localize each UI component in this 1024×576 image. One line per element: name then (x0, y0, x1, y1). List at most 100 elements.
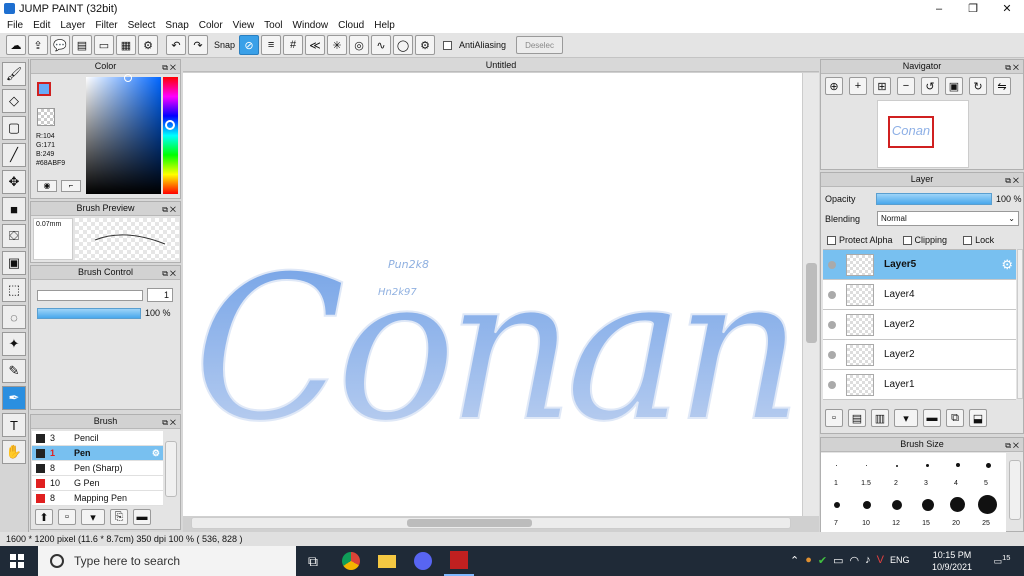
menu-tool[interactable]: Tool (259, 20, 287, 31)
snap-parallel-icon[interactable]: ≡ (261, 35, 282, 55)
magic-wand-icon[interactable]: ✦ (2, 332, 26, 356)
flip-icon[interactable]: ⇋ (993, 77, 1011, 95)
undo-icon[interactable]: ↶ (166, 35, 186, 55)
tray-app-icon[interactable]: ● (805, 554, 812, 567)
visibility-icon[interactable] (828, 260, 836, 269)
visibility-icon[interactable] (828, 380, 836, 389)
navigator-viewport[interactable]: Conan (888, 116, 934, 148)
rotate-right-icon[interactable]: ↻ (969, 77, 987, 95)
close-button[interactable]: ✕ (990, 0, 1024, 17)
layer-row[interactable]: Layer2 (823, 310, 1016, 340)
fill-rect-tool-icon[interactable]: ■ (2, 197, 26, 221)
layer-folder-icon[interactable]: ▬ (923, 409, 941, 427)
bucket-tool-icon[interactable]: ⛋ (2, 224, 26, 248)
size-option[interactable]: 5 (971, 480, 1001, 487)
select-pen-icon[interactable]: ✎ (2, 359, 26, 383)
rotate-left-icon[interactable]: ↺ (921, 77, 939, 95)
antivirus-icon[interactable]: V (877, 554, 884, 567)
gear-icon[interactable]: ⚙ (152, 448, 160, 459)
size-option[interactable]: 10 (851, 520, 881, 527)
lasso-tool-icon[interactable]: ◌ (2, 305, 26, 329)
snap-ellipse-icon[interactable]: ◯ (393, 35, 414, 55)
layer-opacity-slider[interactable] (876, 193, 992, 205)
brush-size-slider[interactable] (37, 290, 143, 301)
merge-layer-icon[interactable]: ⬓ (969, 409, 987, 427)
brush-menu-icon[interactable]: ▾ (81, 509, 105, 525)
snap-vanish-icon[interactable]: ≪ (305, 35, 326, 55)
layer-row[interactable]: Layer4 (823, 280, 1016, 310)
size-option[interactable]: 20 (941, 520, 971, 527)
antialiasing-checkbox[interactable] (443, 40, 453, 50)
menu-file[interactable]: File (2, 20, 28, 31)
panel-buttons-icon[interactable]: ⧉✕ (162, 416, 178, 429)
visibility-icon[interactable] (828, 290, 836, 299)
tray-chevron-icon[interactable]: ⌃ (790, 554, 799, 567)
menu-select[interactable]: Select (123, 20, 161, 31)
transparent-swatch[interactable] (37, 108, 55, 126)
document-icon[interactable]: ▦ (116, 35, 136, 55)
zoom-actual-icon[interactable]: ⊞ (873, 77, 891, 95)
zoom-in-icon[interactable]: + (849, 77, 867, 95)
layer-list-scrollbar[interactable] (1017, 249, 1023, 399)
text-tool-icon[interactable]: T (2, 413, 26, 437)
menu-view[interactable]: View (228, 20, 260, 31)
speaker-icon[interactable]: ♪ (865, 554, 871, 567)
page-icon[interactable]: ▭ (94, 35, 114, 55)
notification-center[interactable]: ▭15 (992, 553, 1012, 569)
size-option[interactable]: 12 (881, 520, 911, 527)
saturation-value-square[interactable] (86, 77, 161, 194)
visibility-icon[interactable] (828, 320, 836, 329)
clipping-checkbox[interactable] (902, 235, 912, 245)
size-option[interactable]: 7 (821, 520, 851, 527)
canvas-vertical-scrollbar[interactable] (802, 73, 819, 516)
canvas-tab[interactable]: Untitled (183, 59, 819, 72)
menu-color[interactable]: Color (194, 20, 228, 31)
new-screen-layer-icon[interactable]: ▥ (871, 409, 889, 427)
brush-list-scrollbar[interactable] (165, 441, 177, 497)
brush-folder-icon[interactable]: ▬ (133, 509, 151, 525)
lock-checkbox[interactable] (963, 235, 973, 245)
menu-window[interactable]: Window (288, 20, 334, 31)
visibility-icon[interactable] (828, 350, 836, 359)
size-option[interactable]: 3 (911, 480, 941, 487)
menu-edit[interactable]: Edit (28, 20, 55, 31)
size-option[interactable]: 25 (971, 520, 1001, 527)
panel-buttons-icon[interactable]: ⧉✕ (1005, 174, 1021, 187)
panel-buttons-icon[interactable]: ⧉✕ (1005, 439, 1021, 452)
brush-size-scrollbar[interactable] (1009, 460, 1021, 520)
drawing-canvas[interactable]: Conan Pun2k8 Hn2k97 (183, 73, 804, 516)
discord-icon[interactable] (408, 546, 438, 576)
hue-picker-ring[interactable] (165, 120, 175, 130)
duplicate-layer-icon[interactable]: ⧉ (946, 409, 964, 427)
new-brush-icon[interactable]: ▫ (58, 509, 76, 525)
line-tool-icon[interactable]: ╱ (2, 143, 26, 167)
panel-buttons-icon[interactable]: ⧉✕ (1005, 61, 1021, 74)
brush-copy-icon[interactable]: ⎘ (110, 509, 128, 525)
size-option[interactable]: 2 (881, 480, 911, 487)
menu-cloud[interactable]: Cloud (333, 20, 369, 31)
brush-opacity-slider[interactable] (37, 308, 141, 319)
move-tool-icon[interactable]: ✥ (2, 170, 26, 194)
settings-icon[interactable]: ⚙ (138, 35, 158, 55)
wifi-icon[interactable]: ◠ (850, 554, 860, 567)
layer-row[interactable]: Layer2 (823, 340, 1016, 370)
panel-buttons-icon[interactable]: ⧉✕ (162, 267, 178, 280)
fit-window-icon[interactable]: ▣ (945, 77, 963, 95)
snap-off-icon[interactable]: ⊘ (239, 35, 260, 55)
select-rect-icon[interactable]: ⬚ (2, 278, 26, 302)
eraser-tool-icon[interactable]: ◇ (2, 89, 26, 113)
tray-volume-icon[interactable]: ▭ (833, 554, 843, 567)
layer-row[interactable]: Layer5 ⚙ (823, 250, 1016, 280)
hue-slider[interactable] (163, 77, 178, 194)
zoom-fit-icon[interactable]: ⊕ (825, 77, 843, 95)
zoom-out-icon[interactable]: − (897, 77, 915, 95)
brush-size-input[interactable]: 1 (147, 288, 173, 302)
menu-layer[interactable]: Layer (55, 20, 90, 31)
export-icon[interactable]: ⇪ (28, 35, 48, 55)
new-raster-layer-icon[interactable]: ▤ (848, 409, 866, 427)
menu-snap[interactable]: Snap (160, 20, 193, 31)
minimize-button[interactable]: – (922, 0, 956, 17)
brush-tool-icon[interactable]: 🖌 (2, 62, 26, 86)
menu-filter[interactable]: Filter (90, 20, 122, 31)
sv-picker-ring[interactable] (124, 74, 132, 82)
